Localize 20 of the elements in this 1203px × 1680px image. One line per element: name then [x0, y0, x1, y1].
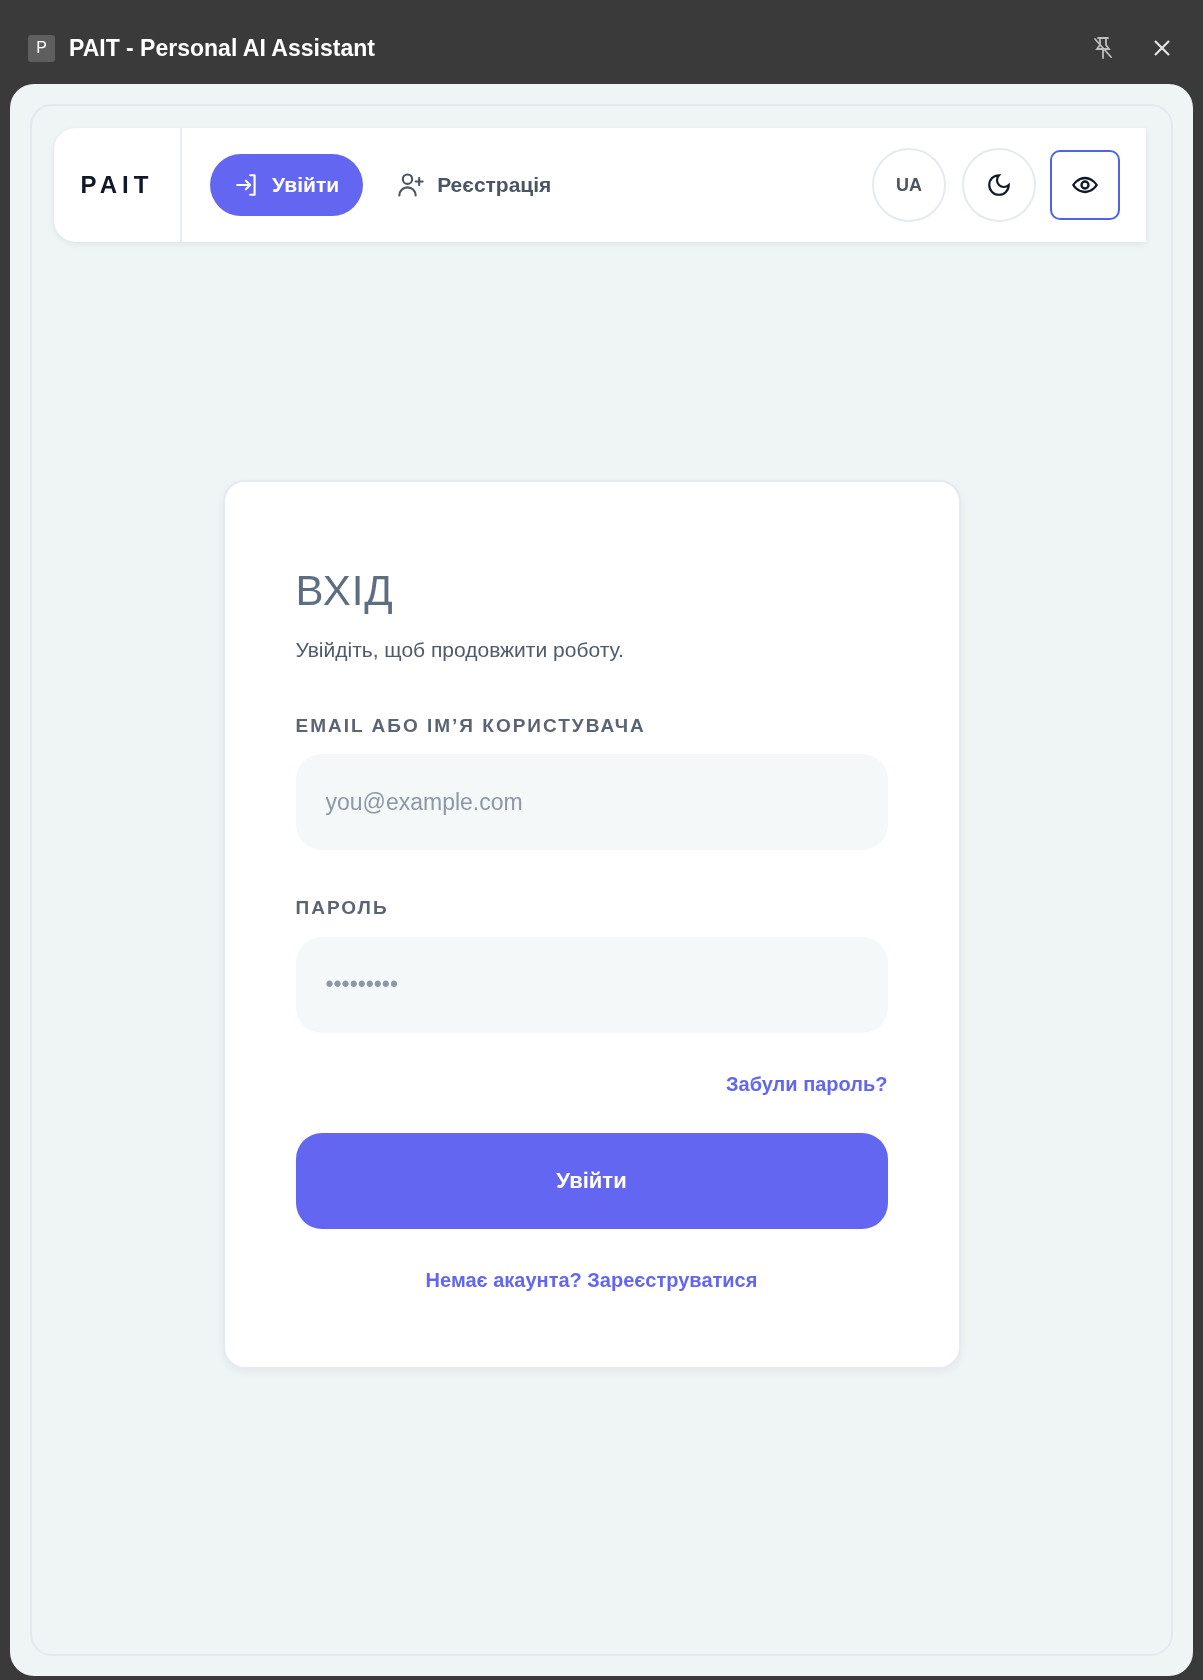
card-title: ВХІД: [295, 566, 394, 616]
accessibility-button[interactable]: [1050, 150, 1120, 220]
register-link[interactable]: Немає акаунта? Зареєструватися: [425, 1264, 758, 1295]
field-label: EMAIL АБО ІМ’Я КОРИСТУВАЧА: [295, 713, 646, 738]
login-button[interactable]: Увійти: [295, 1132, 888, 1229]
app-icon: P: [28, 34, 55, 62]
language-button[interactable]: UA: [872, 148, 946, 222]
subtitle: Увійдіть, щоб продовжити роботу.: [295, 637, 624, 663]
forgot-password-link[interactable]: Забули пароль?: [726, 1068, 888, 1099]
nav-tab[interactable]: Реєстрація: [373, 154, 576, 216]
input-field[interactable]: •••••••••: [295, 936, 888, 1033]
nav-tab[interactable]: Увійти: [210, 154, 364, 216]
window-title: PAIT - Personal AI Assistant: [69, 33, 375, 63]
logo: PAIT: [80, 170, 154, 200]
theme-button[interactable]: [962, 148, 1036, 222]
pin-icon[interactable]: [1091, 35, 1115, 61]
field-label: ПАРОЛЬ: [295, 896, 389, 920]
input-field[interactable]: you@example.com: [295, 754, 888, 850]
add-user-icon: [397, 171, 426, 199]
moon-icon: [986, 172, 1012, 198]
